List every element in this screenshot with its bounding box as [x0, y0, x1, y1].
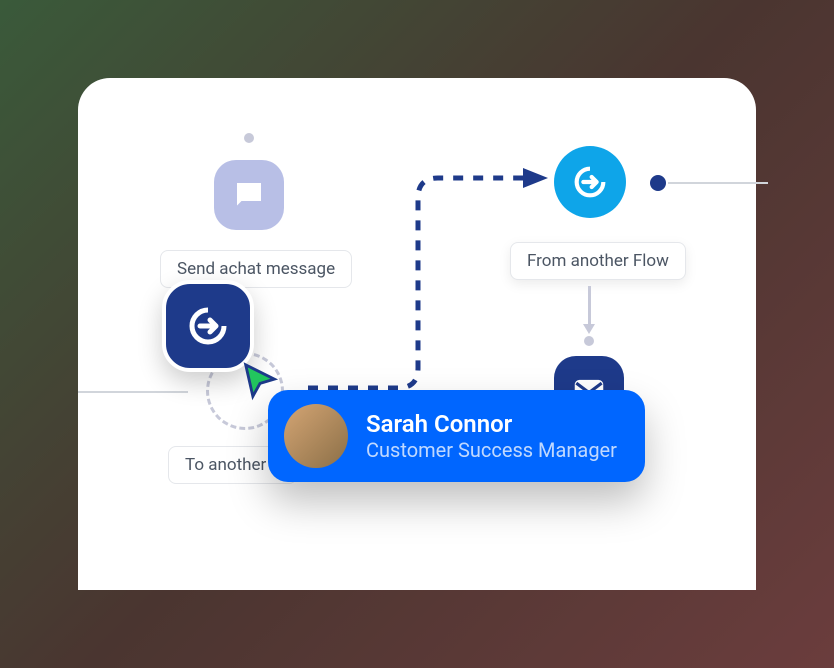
flow-connector: [298, 168, 558, 408]
connector-dot: [650, 175, 666, 191]
chat-node-icon[interactable]: [214, 160, 284, 230]
flow-canvas[interactable]: Send achat message To another d From ano…: [78, 78, 756, 590]
node-dot: [244, 133, 254, 143]
user-role: Customer Success Manager: [366, 438, 617, 462]
flow-in-icon: [570, 162, 610, 202]
user-presence-card[interactable]: Sarah Connor Customer Success Manager: [268, 390, 645, 482]
incoming-flow-node[interactable]: [554, 146, 626, 218]
connector-line-right: [668, 182, 768, 184]
node-dot-bottom: [584, 336, 594, 346]
connector-line: [78, 391, 188, 393]
flow-out-icon: [184, 302, 232, 350]
dragging-node[interactable]: [162, 280, 254, 372]
user-name: Sarah Connor: [366, 410, 617, 438]
avatar: [284, 404, 348, 468]
incoming-label: From another Flow: [510, 242, 686, 280]
arrow-down: [588, 286, 591, 326]
chat-icon: [231, 177, 267, 213]
